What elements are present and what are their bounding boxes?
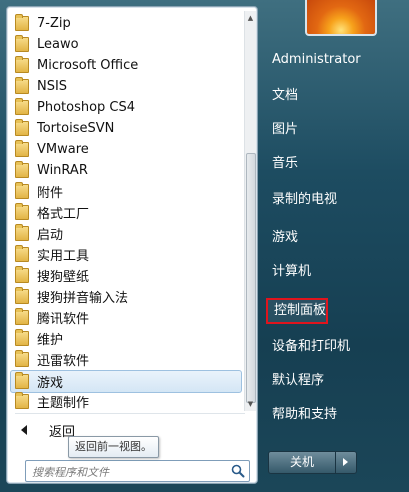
link-recorded-tv[interactable]: 录制的电视 (266, 189, 382, 211)
program-label: 主题制作 (37, 396, 90, 411)
program-label: 游戏 (37, 376, 64, 391)
chevron-right-icon (343, 458, 348, 466)
program-label: 格式工厂 (37, 207, 90, 222)
user-name-link[interactable]: Administrator (266, 49, 382, 71)
program-label: 附件 (37, 186, 64, 201)
search-box[interactable] (25, 460, 250, 483)
programs-pane: 7-Zip Leawo Microsoft Office NSIS Photos… (6, 6, 258, 484)
program-label: 启动 (37, 228, 64, 243)
link-devices-printers[interactable]: 设备和打印机 (266, 336, 382, 358)
program-item-games[interactable]: 游戏 (10, 370, 242, 393)
program-scrollbar[interactable]: ▲ ▼ (244, 11, 256, 411)
program-label: WinRAR (37, 163, 88, 178)
program-item-microsoft-office[interactable]: Microsoft Office (11, 55, 243, 76)
program-item-nsis[interactable]: NSIS (11, 76, 243, 97)
start-menu: 7-Zip Leawo Microsoft Office NSIS Photos… (0, 0, 409, 492)
program-item-leawo[interactable]: Leawo (11, 34, 243, 55)
folder-icon (15, 161, 29, 178)
program-item-xunlei[interactable]: 迅雷软件 (11, 349, 243, 370)
link-documents[interactable]: 文档 (266, 85, 382, 107)
program-item-utilities[interactable]: 实用工具 (11, 244, 243, 265)
divider (15, 413, 245, 414)
program-label: 实用工具 (37, 249, 90, 264)
program-item-accessories[interactable]: 附件 (11, 181, 243, 202)
program-item-theme-maker[interactable]: 主题制作 (11, 391, 243, 412)
scroll-down-icon[interactable]: ▼ (245, 397, 256, 411)
link-music[interactable]: 音乐 (266, 153, 382, 175)
program-label: Microsoft Office (37, 58, 139, 73)
link-default-programs[interactable]: 默认程序 (266, 370, 382, 392)
folder-icon (15, 35, 29, 52)
program-label: Leawo (37, 37, 79, 52)
link-computer[interactable]: 计算机 (266, 261, 382, 283)
folder-icon (15, 266, 29, 283)
shutdown-options-button[interactable] (335, 451, 357, 474)
program-item-tencent[interactable]: 腾讯软件 (11, 307, 243, 328)
folder-icon (15, 182, 29, 199)
program-label: 维护 (37, 333, 64, 348)
program-item-maintenance[interactable]: 维护 (11, 328, 243, 349)
link-pictures[interactable]: 图片 (266, 119, 382, 141)
program-item-startup[interactable]: 启动 (11, 223, 243, 244)
program-label: 搜狗壁纸 (37, 270, 90, 285)
shutdown-button[interactable]: 关机 (268, 451, 336, 474)
search-input[interactable] (30, 461, 224, 483)
program-label: 腾讯软件 (37, 312, 90, 327)
program-label: Photoshop CS4 (37, 100, 136, 115)
program-item-winrar[interactable]: WinRAR (11, 160, 243, 181)
folder-icon (15, 350, 29, 367)
program-item-tortoisesvn[interactable]: TortoiseSVN (11, 118, 243, 139)
folder-icon (15, 77, 29, 94)
folder-icon (15, 56, 29, 73)
folder-icon (15, 372, 29, 389)
folder-icon (15, 98, 29, 115)
folder-icon (15, 203, 29, 220)
scroll-up-icon[interactable]: ▲ (245, 11, 256, 25)
program-item-sogou-pinyin[interactable]: 搜狗拼音输入法 (11, 286, 243, 307)
program-label: 搜狗拼音输入法 (37, 291, 129, 306)
program-item-sogou-wallpaper[interactable]: 搜狗壁纸 (11, 265, 243, 286)
program-item-7zip[interactable]: 7-Zip (11, 13, 243, 34)
link-games[interactable]: 游戏 (266, 227, 382, 249)
folder-icon (15, 392, 29, 409)
program-item-format-factory[interactable]: 格式工厂 (11, 202, 243, 223)
program-label: 7-Zip (37, 16, 71, 31)
link-help-support[interactable]: 帮助和支持 (266, 404, 382, 426)
back-tooltip: 返回前一视图。 (68, 436, 159, 458)
program-label: 迅雷软件 (37, 354, 90, 369)
search-icon[interactable] (231, 464, 245, 478)
program-label: TortoiseSVN (37, 121, 115, 136)
folder-icon (15, 140, 29, 157)
folder-icon (15, 224, 29, 241)
program-label: VMware (37, 142, 89, 157)
user-avatar[interactable] (305, 0, 377, 36)
folder-icon (15, 119, 29, 136)
back-arrow-icon (21, 425, 27, 435)
scroll-thumb[interactable] (246, 153, 256, 403)
folder-icon (15, 308, 29, 325)
folder-icon (15, 287, 29, 304)
program-list: 7-Zip Leawo Microsoft Office NSIS Photos… (7, 11, 243, 411)
program-item-vmware[interactable]: VMware (11, 139, 243, 160)
program-item-photoshop[interactable]: Photoshop CS4 (11, 97, 243, 118)
program-label: NSIS (37, 79, 68, 94)
folder-icon (15, 14, 29, 31)
folder-icon (15, 329, 29, 346)
link-control-panel[interactable]: 控制面板 (266, 298, 328, 324)
folder-icon (15, 245, 29, 262)
